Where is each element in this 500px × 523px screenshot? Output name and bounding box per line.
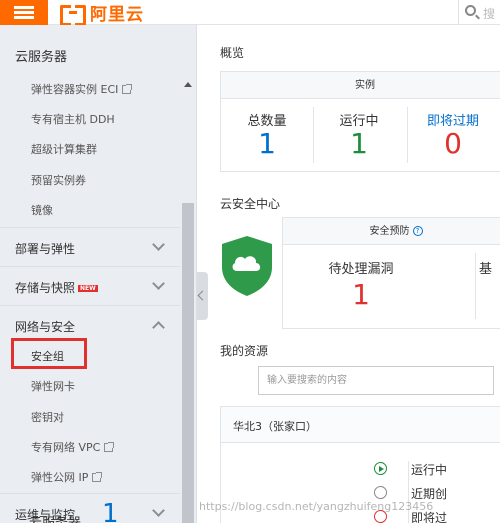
- sidebar-item-keypair[interactable]: 密钥对: [31, 409, 64, 425]
- instance-card-header: 实例: [221, 72, 500, 99]
- truncated-stat-label: 基: [479, 262, 493, 277]
- chevron-down-icon: [152, 504, 165, 517]
- resource-search-input[interactable]: 输入要搜索的内容: [258, 366, 494, 395]
- sidebar-title: 云服务器: [15, 50, 68, 65]
- main-content: 概览 实例 总数量 1 运行中 1 即将过期 0 云安全中心 安全预防? 待处理…: [208, 25, 500, 523]
- sidebar-item-scc[interactable]: 超级计算集群: [31, 141, 97, 157]
- security-card-header: 安全预防?: [283, 218, 500, 245]
- stat-total-value[interactable]: 1: [221, 127, 313, 160]
- chevron-up-icon: [152, 321, 165, 334]
- running-status-icon: [374, 462, 387, 475]
- aliyun-logo-mark-icon: [60, 5, 86, 26]
- sidebar-group-ops-monitoring[interactable]: 运维与监控: [0, 493, 180, 523]
- sidebar-item-reserved-instances[interactable]: 预留实例券: [31, 172, 86, 188]
- sidebar-group-label: 网络与安全: [15, 320, 76, 334]
- legend-expiring: 即将过: [374, 509, 447, 523]
- security-center-title: 云安全中心: [220, 197, 281, 211]
- scroll-up-arrow-icon[interactable]: [184, 82, 192, 87]
- region-header[interactable]: 华北3（张家口）: [221, 407, 500, 443]
- sidebar-group-deployment[interactable]: 部署与弹性: [0, 227, 180, 266]
- shield-cloud-icon: [222, 236, 272, 296]
- search-icon: [465, 5, 476, 16]
- legend-recent: 近期创: [374, 485, 447, 502]
- pending-vuln-value[interactable]: 1: [315, 278, 407, 311]
- expiring-icon: [374, 510, 387, 523]
- external-link-icon: [122, 84, 133, 94]
- sidebar-scrollbar[interactable]: [180, 25, 196, 523]
- ecs-label: 云服务器: [29, 512, 81, 523]
- security-prevention-card: 安全预防? 待处理漏洞 1 基: [282, 217, 500, 329]
- sidebar-group-label: 部署与弹性: [15, 242, 76, 256]
- sidebar-collapse-handle[interactable]: [197, 272, 208, 320]
- sidebar-item-eni[interactable]: 弹性网卡: [31, 378, 75, 394]
- logo-text: 阿里云: [90, 5, 144, 25]
- sidebar-item-ddh[interactable]: 专有宿主机 DDH: [31, 111, 115, 127]
- sidebar-item-label: 弹性容器实例 ECI: [31, 83, 119, 96]
- highlight-box: [11, 338, 87, 369]
- sidebar-item-eip[interactable]: 弹性公网 IP: [31, 469, 103, 485]
- stat-expiring-value[interactable]: 0: [407, 127, 499, 160]
- top-navbar: 阿里云 搜: [0, 0, 500, 26]
- region-card: 华北3（张家口） 运行中 近期创 即将过: [220, 406, 500, 523]
- sidebar-item-vpc[interactable]: 专有网络 VPC: [31, 439, 115, 455]
- my-resources-title: 我的资源: [220, 344, 269, 358]
- sidebar-item-eci[interactable]: 弹性容器实例 ECI: [31, 81, 133, 97]
- sidebar-item-label: 专有网络 VPC: [31, 441, 101, 454]
- overview-title: 概览: [220, 46, 245, 60]
- external-link-icon: [92, 472, 103, 482]
- ecs-count[interactable]: 1: [102, 499, 119, 523]
- instance-overview-card: 实例 总数量 1 运行中 1 即将过期 0: [220, 71, 500, 172]
- chevron-down-icon: [152, 277, 165, 290]
- pending-vuln-label: 待处理漏洞: [328, 262, 394, 277]
- help-icon[interactable]: ?: [412, 226, 423, 236]
- clock-icon: [374, 486, 387, 499]
- top-search-box[interactable]: 搜: [458, 0, 500, 25]
- aliyun-logo[interactable]: 阿里云: [60, 2, 144, 26]
- sidebar: 云服务器 弹性容器实例 ECI 专有宿主机 DDH 超级计算集群 预留实例券 镜…: [0, 25, 197, 523]
- hamburger-menu-icon[interactable]: [0, 0, 48, 25]
- sidebar-item-images[interactable]: 镜像: [31, 202, 53, 218]
- new-badge: NEW: [78, 285, 98, 292]
- sidebar-item-label: 弹性公网 IP: [31, 471, 89, 484]
- legend-running: 运行中: [374, 461, 447, 478]
- stat-running-value[interactable]: 1: [313, 127, 405, 160]
- sidebar-group-label: 存储与快照 NEW: [15, 281, 98, 295]
- sidebar-group-storage[interactable]: 存储与快照 NEW: [0, 266, 180, 305]
- chevron-down-icon: [152, 238, 165, 251]
- top-search-placeholder: 搜: [483, 7, 496, 21]
- external-link-icon: [104, 442, 115, 452]
- region-name: 华北3（张家口）: [233, 420, 317, 433]
- scrollbar-thumb[interactable]: [182, 203, 194, 523]
